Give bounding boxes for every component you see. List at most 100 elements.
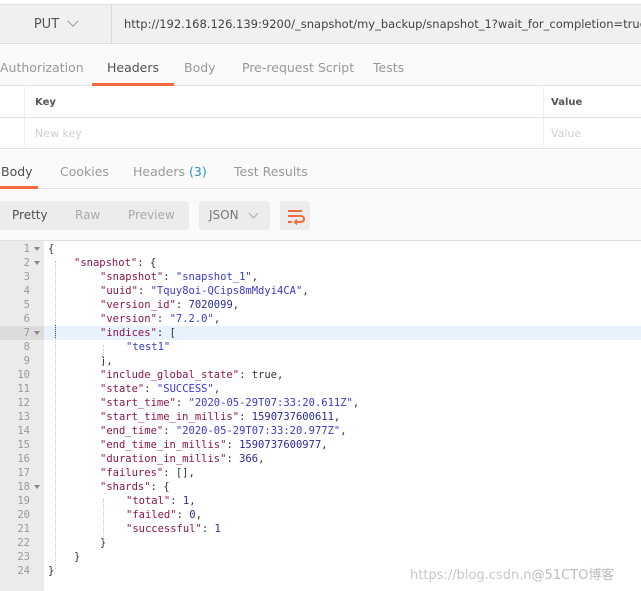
line-number-text: 3 xyxy=(23,271,30,283)
line-number-text: 17 xyxy=(17,467,30,479)
json-punctuation: : { xyxy=(137,257,157,269)
code-line: 3 "snapshot": "snapshot_1", xyxy=(0,270,641,284)
column-key: Key xyxy=(35,97,56,108)
json-key: "version_id" xyxy=(100,299,176,311)
json-punctuation: : xyxy=(201,523,215,535)
new-value-input[interactable]: Value xyxy=(551,118,581,149)
view-pretty-button[interactable]: Pretty xyxy=(12,208,48,222)
json-punctuation: : xyxy=(144,383,157,395)
line-number-text: 15 xyxy=(17,439,30,451)
code-text: "snapshot": { xyxy=(74,256,156,270)
row-checkbox[interactable] xyxy=(0,118,25,149)
line-number: 3 xyxy=(0,270,44,284)
line-number: 10 xyxy=(0,368,44,382)
response-tabs: Body Cookies Headers (3) Test Results xyxy=(0,150,641,189)
code-line: 7 "indices": [ xyxy=(0,326,641,340)
line-number-text: 8 xyxy=(23,341,30,353)
code-text: "total": 1, xyxy=(126,494,196,508)
json-key: "failures" xyxy=(100,467,164,479)
watermark-brand: @51CTO博客 xyxy=(531,568,615,583)
line-number-text: 11 xyxy=(17,383,30,395)
line-number-text: 23 xyxy=(17,551,30,563)
code-line: 10 "include_global_state": true, xyxy=(0,368,641,382)
code-line: 2 "snapshot": { xyxy=(0,256,641,270)
view-mode-group: Pretty Raw Preview xyxy=(0,201,189,230)
line-number-text: 18 xyxy=(17,481,30,493)
line-number: 4 xyxy=(0,284,44,298)
wrap-lines-icon xyxy=(288,210,306,226)
json-punctuation: , xyxy=(232,299,240,311)
json-punctuation: , xyxy=(213,383,221,395)
line-number: 2 xyxy=(0,256,44,270)
fold-toggle-icon[interactable] xyxy=(34,485,40,489)
line-number: 13 xyxy=(0,410,44,424)
line-number-text: 22 xyxy=(17,537,30,549)
line-number: 20 xyxy=(0,508,44,522)
code-line: 15 "end_time_in_millis": 1590737600977, xyxy=(0,438,641,452)
line-number: 22 xyxy=(0,536,44,550)
wrap-lines-button[interactable] xyxy=(280,201,310,230)
method-select[interactable]: PUT xyxy=(0,5,112,43)
line-number: 17 xyxy=(0,466,44,480)
code-text: "uuid": "Tquy8oi-QCips8mMdyi4CA", xyxy=(100,284,309,298)
json-key: "start_time_in_millis" xyxy=(100,411,240,423)
json-number: 1590737600611 xyxy=(251,411,334,423)
json-punctuation: , xyxy=(213,313,221,325)
json-punctuation: , xyxy=(352,397,360,409)
url-input[interactable]: http://192.168.126.139:9200/_snapshot/my… xyxy=(124,5,641,43)
view-preview-button[interactable]: Preview xyxy=(128,208,175,222)
line-number: 14 xyxy=(0,424,44,438)
json-punctuation: , xyxy=(189,495,196,507)
headers-count-badge: (3) xyxy=(189,164,207,179)
tab-authorization[interactable]: Authorization xyxy=(0,45,84,85)
json-number: 7020099 xyxy=(188,299,233,311)
format-select[interactable]: JSON xyxy=(199,201,270,230)
line-number-text: 20 xyxy=(17,509,30,521)
code-line: 6 "version": "7.2.0", xyxy=(0,312,641,326)
tab-response-headers[interactable]: Headers (3) xyxy=(133,150,207,188)
json-key: "state" xyxy=(100,383,145,395)
json-punctuation: , xyxy=(340,425,347,437)
tab-tests[interactable]: Tests xyxy=(373,45,404,85)
json-string: "snapshot_1" xyxy=(175,271,252,283)
json-number: 1 xyxy=(214,523,221,535)
json-punctuation: , xyxy=(195,509,202,521)
fold-toggle-icon[interactable] xyxy=(34,331,40,335)
code-line: 19 "total": 1, xyxy=(0,494,641,508)
line-number: 19 xyxy=(0,494,44,508)
code-text: "test1" xyxy=(126,340,170,354)
code-line: 13 "start_time_in_millis": 1590737600611, xyxy=(0,410,641,424)
line-number: 15 xyxy=(0,438,44,452)
line-number-text: 10 xyxy=(17,369,30,381)
code-line: 1{ xyxy=(0,242,641,256)
json-key: "start_time" xyxy=(100,397,176,409)
json-punctuation: : xyxy=(226,453,240,465)
tab-headers[interactable]: Headers xyxy=(91,45,175,86)
request-tabs: Authorization Headers Body Pre-request S… xyxy=(0,45,641,86)
json-key: "successful" xyxy=(126,523,202,535)
line-number-text: 24 xyxy=(17,565,30,577)
fold-toggle-icon[interactable] xyxy=(34,261,40,265)
new-key-input[interactable]: New key xyxy=(35,118,82,149)
fold-toggle-icon[interactable] xyxy=(34,247,40,251)
response-toolbar: Pretty Raw Preview JSON xyxy=(0,190,641,240)
line-number: 23 xyxy=(0,550,44,564)
json-string: "2020-05-29T07:33:20.611Z" xyxy=(188,397,353,409)
checkbox-column xyxy=(0,87,25,117)
json-key: "total" xyxy=(126,495,171,507)
response-body-viewer[interactable]: 1{2 "snapshot": {3 "snapshot": "snapshot_1… xyxy=(0,240,641,591)
code-text: "version_id": 7020099, xyxy=(100,298,239,312)
code-line: 8 "test1" xyxy=(0,340,641,354)
tab-pre-request-script[interactable]: Pre-request Script xyxy=(242,45,354,85)
tab-body[interactable]: Body xyxy=(184,45,216,85)
view-raw-button[interactable]: Raw xyxy=(75,208,100,222)
headers-table: Key Value New key Value xyxy=(0,87,641,149)
headers-table-header: Key Value xyxy=(0,87,641,118)
json-punctuation: { xyxy=(48,243,55,255)
tab-test-results[interactable]: Test Results xyxy=(234,150,308,188)
code-line: 16 "duration_in_millis": 366, xyxy=(0,452,641,466)
line-number: 21 xyxy=(0,522,44,536)
tab-cookies[interactable]: Cookies xyxy=(60,150,109,188)
json-punctuation: , xyxy=(321,439,328,451)
tab-response-body[interactable]: Body xyxy=(0,150,38,189)
